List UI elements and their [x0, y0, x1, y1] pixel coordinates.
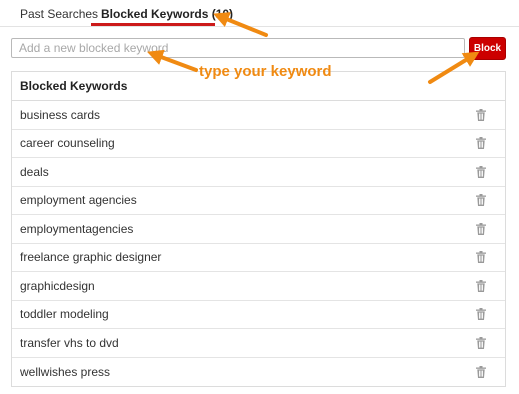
trash-icon[interactable]	[475, 194, 487, 207]
trash-icon[interactable]	[475, 137, 487, 150]
table-row: deals	[12, 158, 505, 187]
keyword-label: transfer vhs to dvd	[20, 335, 119, 350]
table-row: employment agencies	[12, 187, 505, 215]
blocked-keyword-input[interactable]	[12, 39, 464, 57]
table-row: freelance graphic designer	[12, 244, 505, 272]
blocked-keywords-table: Blocked Keywords business cards career co…	[11, 71, 506, 387]
table-row: transfer vhs to dvd	[12, 329, 505, 358]
trash-icon[interactable]	[475, 279, 487, 292]
keyword-label: graphicdesign	[20, 278, 95, 293]
trash-icon[interactable]	[475, 251, 487, 264]
keyword-label: wellwishes press	[20, 364, 111, 379]
active-tab-indicator	[91, 23, 215, 26]
table-row: graphicdesign	[12, 272, 505, 301]
table-body: business cards career counseling deals empl…	[12, 101, 505, 386]
trash-icon[interactable]	[475, 108, 487, 121]
trash-icon[interactable]	[475, 365, 487, 378]
table-row: wellwishes press	[12, 358, 505, 387]
keyword-label: freelance graphic designer	[20, 250, 162, 265]
tab-bar: Past Searches Blocked Keywords (10)	[0, 0, 519, 27]
block-button[interactable]: Block	[469, 37, 506, 60]
keyword-label: deals	[20, 164, 49, 179]
keyword-label: employment agencies	[20, 193, 137, 208]
table-row: career counseling	[12, 130, 505, 158]
table-row: employmentagencies	[12, 215, 505, 244]
trash-icon[interactable]	[475, 308, 487, 321]
keyword-label: employmentagencies	[20, 221, 134, 236]
tab-past-searches[interactable]: Past Searches	[20, 7, 98, 21]
keyword-input-wrapper	[11, 38, 465, 58]
tab-blocked-keywords[interactable]: Blocked Keywords (10)	[101, 7, 233, 21]
keyword-label: business cards	[20, 107, 101, 122]
table-row: business cards	[12, 101, 505, 130]
trash-icon[interactable]	[475, 165, 487, 178]
trash-icon[interactable]	[475, 222, 487, 235]
annotation-label: type your keyword	[199, 63, 332, 80]
trash-icon[interactable]	[475, 336, 487, 349]
keyword-label: career counseling	[20, 136, 115, 151]
keyword-label: toddler modeling	[20, 307, 109, 322]
table-row: toddler modeling	[12, 301, 505, 329]
